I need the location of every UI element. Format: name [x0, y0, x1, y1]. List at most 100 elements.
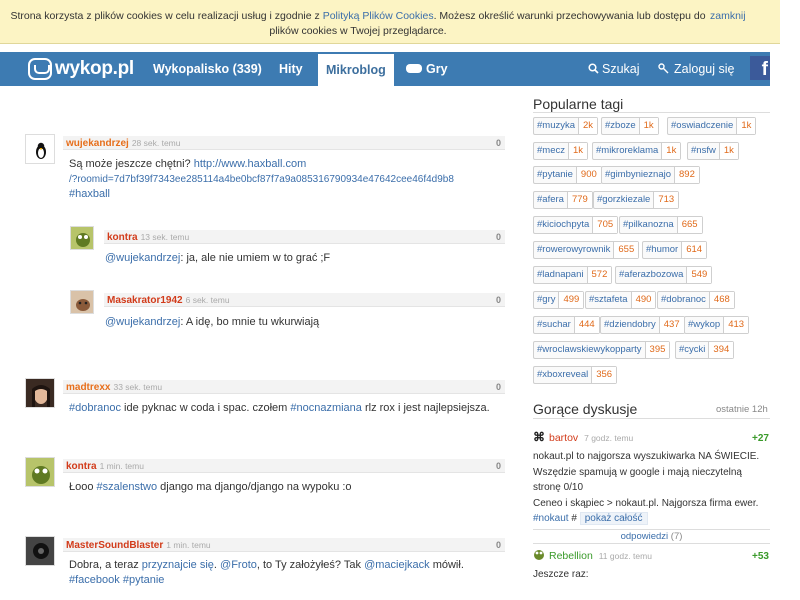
- logo[interactable]: wykop.pl: [28, 57, 134, 81]
- tag-name: #nsfw: [691, 145, 716, 156]
- tag-link[interactable]: #xboxreveal 356: [533, 366, 618, 384]
- nav-mikroblog[interactable]: Mikroblog: [318, 54, 394, 86]
- vote-count[interactable]: 0: [496, 540, 501, 550]
- entry-link[interactable]: http://www.haxball.com: [194, 158, 307, 170]
- entry-link[interactable]: przyznajcie się: [142, 559, 214, 571]
- tag-count: 779: [566, 192, 592, 208]
- hot-entry-body: Jeszcze raz:: [533, 569, 589, 580]
- tag-link[interactable]: #nsfw 1k: [687, 142, 739, 160]
- tag-link[interactable]: #ladnapani 572: [533, 266, 613, 284]
- tag-count: 413: [723, 317, 749, 333]
- avatar[interactable]: [25, 457, 55, 487]
- tag-count: 2k: [578, 118, 598, 134]
- cookie-text: Strona korzysta z plików cookies w celu …: [10, 10, 706, 37]
- tag-link[interactable]: #sztafeta 490: [585, 291, 657, 309]
- tag-link[interactable]: #wroclawskiewykopparty 395: [533, 341, 671, 359]
- vote-count[interactable]: 0: [496, 295, 501, 305]
- entry-tag[interactable]: #nocnazmiana: [290, 402, 362, 414]
- tag-link[interactable]: #wykop 413: [684, 316, 750, 334]
- entry-tag[interactable]: #facebook: [69, 574, 120, 586]
- tag-link[interactable]: #afera 779: [533, 191, 593, 209]
- author-link[interactable]: kontra: [107, 232, 138, 243]
- entry-body: #dobranoc ide pyknac w coda i spac. czoł…: [69, 402, 490, 414]
- author-link[interactable]: wujekandrzej: [66, 138, 129, 149]
- nav-hity[interactable]: Hity: [279, 52, 303, 86]
- vote-count[interactable]: +27: [752, 433, 769, 444]
- tag-name: #muzyka: [537, 120, 576, 131]
- vote-count[interactable]: 0: [496, 461, 501, 471]
- replies-link[interactable]: odpowiedzi: [621, 531, 669, 542]
- author-link[interactable]: MasterSoundBlaster: [66, 540, 163, 551]
- author-link[interactable]: bartov: [549, 432, 578, 444]
- entry-tag[interactable]: #pytanie: [123, 574, 165, 586]
- tag-count: 572: [586, 267, 612, 283]
- entry-body: Dobra, a teraz przyznajcie się. @Froto, …: [69, 559, 464, 586]
- tag-count: 394: [708, 342, 734, 358]
- avatar[interactable]: [25, 378, 55, 408]
- tag-link[interactable]: #suchar 444: [533, 316, 600, 334]
- tag-name: #gimbynieznajo: [605, 169, 672, 180]
- tag-link[interactable]: #gry 499: [533, 291, 585, 309]
- tag-link[interactable]: #mikroreklama 1k: [592, 142, 682, 160]
- tag-link[interactable]: #zboze 1k: [601, 117, 659, 135]
- tag-link[interactable]: #cycki 394: [675, 341, 735, 359]
- author-link[interactable]: madtrexx: [66, 382, 110, 393]
- entry-tag[interactable]: #haxball: [69, 188, 110, 200]
- author-link[interactable]: Rebellion: [549, 550, 593, 562]
- tag-count: 1k: [638, 118, 658, 134]
- entry-tag[interactable]: #nokaut: [533, 513, 569, 524]
- mention-link[interactable]: @wujekandrzej: [105, 252, 180, 264]
- login-button[interactable]: Zaloguj się: [658, 52, 734, 86]
- nav-wykopalisko[interactable]: Wykopalisko (339): [153, 52, 262, 86]
- entry-tag[interactable]: #dobranoc: [69, 402, 121, 414]
- tag-link[interactable]: #gimbynieznajo 892: [601, 166, 700, 184]
- tag-name: #cycki: [679, 344, 706, 355]
- frog-avatar-icon: [26, 458, 54, 486]
- entry-tag[interactable]: #szalenstwo: [97, 481, 158, 493]
- author-link[interactable]: Masakrator1942: [107, 295, 183, 306]
- tag-link[interactable]: #muzyka 2k: [533, 117, 599, 135]
- author-link[interactable]: kontra: [66, 461, 97, 472]
- tag-link[interactable]: #pytanie 900: [533, 166, 602, 184]
- tag-link[interactable]: #humor 614: [642, 241, 708, 259]
- tag-link[interactable]: #gorzkiezale 713: [593, 191, 680, 209]
- tag-count: 713: [653, 192, 679, 208]
- avatar[interactable]: [70, 290, 94, 314]
- tag-link[interactable]: #dobranoc 468: [657, 291, 735, 309]
- vote-count[interactable]: 0: [496, 232, 501, 242]
- tag-link[interactable]: #dziendobry 437: [600, 316, 685, 334]
- tag-count: 395: [644, 342, 670, 358]
- facebook-icon[interactable]: f: [750, 56, 770, 80]
- tag-link[interactable]: #pilkanozna 665: [619, 216, 703, 234]
- nav-gry[interactable]: Gry: [406, 52, 448, 86]
- avatar[interactable]: [25, 134, 55, 164]
- show-all-link[interactable]: pokaż całość: [585, 513, 643, 524]
- tag-count: 1k: [661, 143, 681, 159]
- tag-name: #dobranoc: [661, 294, 706, 305]
- mention-link[interactable]: @Froto: [220, 559, 257, 571]
- mention-link[interactable]: @wujekandrzej: [105, 316, 180, 328]
- reply-header: Masakrator1942 6 sek. temu 0: [104, 293, 505, 307]
- entry-body: Są może jeszcze chętni? http://www.haxba…: [69, 158, 454, 200]
- entry-header: madtrexx 33 sek. temu 0: [63, 380, 505, 394]
- tag-link[interactable]: #oswiadczenie 1k: [667, 117, 757, 135]
- tag-link[interactable]: #mecz 1k: [533, 142, 589, 160]
- avatar[interactable]: [25, 536, 55, 566]
- replies-bar[interactable]: odpowiedzi (7): [533, 529, 770, 544]
- cookie-close-link[interactable]: zamknij: [710, 10, 746, 22]
- avatar[interactable]: [70, 226, 94, 250]
- vote-count[interactable]: 0: [496, 382, 501, 392]
- vote-count[interactable]: 0: [496, 138, 501, 148]
- entry-header: wujekandrzej 28 sek. temu 0: [63, 136, 505, 150]
- tag-link[interactable]: #aferazbozowa 549: [615, 266, 713, 284]
- vote-count[interactable]: +53: [752, 551, 769, 562]
- cookie-policy-link[interactable]: Polityką Plików Cookies: [323, 10, 434, 22]
- tag-link[interactable]: #kiciochpyta 705: [533, 216, 619, 234]
- tag-name: #afera: [537, 194, 564, 205]
- tag-name: #suchar: [537, 319, 571, 330]
- tag-link[interactable]: #rowerowyrownik 655: [533, 241, 640, 259]
- mention-link[interactable]: @maciejkack: [364, 559, 430, 571]
- entry-link-cont[interactable]: /?roomid=7d7bf39f7343ee285114a4be0bcf87f…: [69, 174, 454, 185]
- tag-count: 665: [676, 217, 702, 233]
- search-button[interactable]: Szukaj: [588, 52, 640, 86]
